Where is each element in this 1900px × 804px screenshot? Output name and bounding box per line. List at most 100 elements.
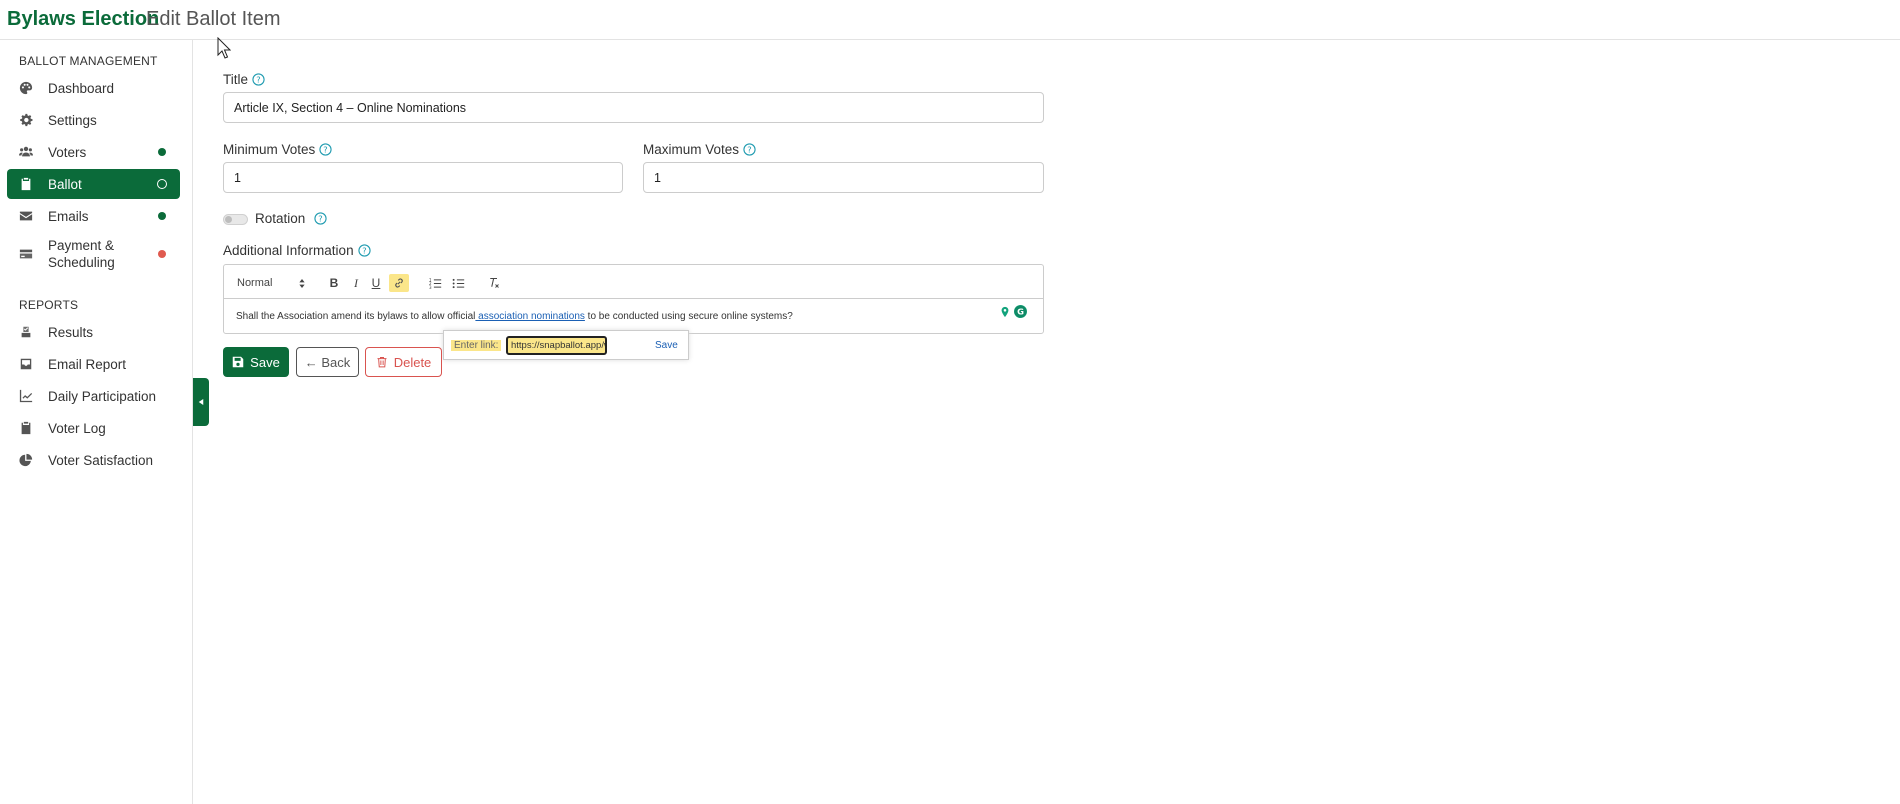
sidebar-item-label: Emails <box>48 208 89 224</box>
grammarly-widget[interactable]: G <box>998 305 1027 318</box>
caret-left-icon <box>198 399 204 405</box>
bullet-list-button[interactable] <box>449 274 467 292</box>
sidebar-item-voters[interactable]: Voters <box>7 137 180 167</box>
sidebar-collapse-toggle[interactable] <box>193 378 209 426</box>
floppy-disk-icon <box>232 356 244 368</box>
sidebar-item-label: Ballot <box>48 176 82 192</box>
status-dot-red <box>158 250 166 258</box>
max-votes-label: Maximum Votes <box>643 142 740 157</box>
sidebar-item-ballot[interactable]: Ballot <box>7 169 180 199</box>
max-votes-input[interactable]: 1 <box>643 162 1044 193</box>
link-url-input[interactable]: https://snapballot.app/who- <box>506 336 607 355</box>
page-title: Edit Ballot Item <box>146 8 281 30</box>
sidebar-item-label-line2: Scheduling <box>48 255 115 270</box>
help-icon[interactable]: ? <box>319 143 332 156</box>
underline-button[interactable]: U <box>368 274 384 292</box>
sidebar-item-label: Settings <box>48 112 97 128</box>
title-label-group: Title ? <box>223 72 265 87</box>
status-dot-green <box>158 212 166 220</box>
bold-button[interactable]: B <box>326 274 342 292</box>
sidebar: BALLOT MANAGEMENT Dashboard Settings Vot… <box>0 40 193 804</box>
delete-button[interactable]: Delete <box>365 347 442 377</box>
svg-text:?: ? <box>324 144 328 154</box>
max-votes-label-group: Maximum Votes ? <box>643 142 756 157</box>
bold-icon: B <box>329 276 339 290</box>
sidebar-item-voter-satisfaction[interactable]: Voter Satisfaction <box>7 445 180 475</box>
svg-text:?: ? <box>362 245 366 255</box>
svg-text:G: G <box>1017 307 1024 317</box>
title-input[interactable]: Article IX, Section 4 – Online Nominatio… <box>223 92 1044 123</box>
pie-chart-icon <box>19 453 33 467</box>
palette-icon <box>19 81 33 95</box>
underline-icon: U <box>371 276 381 290</box>
editor-content[interactable]: Shall the Association amend its bylaws t… <box>223 298 1044 334</box>
svg-text:?: ? <box>319 213 323 223</box>
top-bar: Bylaws Election Edit Ballot Item <box>0 0 1900 40</box>
sidebar-item-label: Voter Log <box>48 420 106 436</box>
sidebar-item-dashboard[interactable]: Dashboard <box>7 73 180 103</box>
link-save-button[interactable]: Save <box>655 340 678 351</box>
sidebar-item-label: Payment & <box>48 238 115 253</box>
link-tooltip-label: Enter link: <box>451 340 502 351</box>
min-votes-input[interactable]: 1 <box>223 162 623 193</box>
chart-icon <box>19 389 33 403</box>
sidebar-item-email-report[interactable]: Email Report <box>7 349 180 379</box>
format-select[interactable]: Normal <box>237 274 307 292</box>
editor-link[interactable]: association nominations <box>475 311 585 322</box>
sidebar-item-label-group: Payment & Scheduling <box>48 237 115 271</box>
mouse-cursor-icon <box>217 37 231 59</box>
status-dot-green <box>158 148 166 156</box>
min-votes-label: Minimum Votes <box>223 142 316 157</box>
rotation-toggle[interactable] <box>223 214 248 225</box>
info-label-group: Additional Information ? <box>223 243 371 258</box>
credit-card-icon <box>19 247 33 261</box>
sidebar-item-label: Dashboard <box>48 80 115 96</box>
status-ring <box>157 179 167 189</box>
sidebar-item-label: Results <box>48 324 94 340</box>
back-button[interactable]: ← Back <box>296 347 359 377</box>
trash-icon <box>377 357 387 368</box>
sidebar-item-emails[interactable]: Emails <box>7 201 180 231</box>
title-label: Title <box>223 72 249 87</box>
sidebar-item-results[interactable]: Results <box>7 317 180 347</box>
ordered-list-icon: 123 <box>429 277 441 289</box>
save-button[interactable]: Save <box>223 347 289 377</box>
sidebar-item-voter-log[interactable]: Voter Log <box>7 413 180 443</box>
rotation-label: Rotation <box>255 211 306 226</box>
help-icon[interactable]: ? <box>743 143 756 156</box>
grammarly-icon[interactable]: G <box>1014 305 1027 318</box>
editor-toolbar: Normal B I U 123 <box>223 264 1044 299</box>
clipboard-icon <box>19 421 33 435</box>
svg-text:3: 3 <box>429 284 432 289</box>
sidebar-item-label: Email Report <box>48 356 127 372</box>
help-icon[interactable]: ? <box>314 212 327 225</box>
editor-text-before: Shall the Association amend its bylaws t… <box>236 311 476 322</box>
link-button[interactable] <box>389 274 409 292</box>
ordered-list-button[interactable]: 123 <box>426 274 444 292</box>
sidebar-item-label: Daily Participation <box>48 388 157 404</box>
vote-icon <box>19 325 33 339</box>
sidebar-item-payment-scheduling[interactable]: Payment & Scheduling <box>7 233 180 275</box>
election-name: Bylaws Election <box>7 8 160 30</box>
sidebar-item-label: Voter Satisfaction <box>48 452 154 468</box>
help-icon[interactable]: ? <box>357 244 371 257</box>
sidebar-item-settings[interactable]: Settings <box>7 105 180 135</box>
inbox-icon <box>19 357 33 371</box>
bullet-list-icon <box>452 278 464 288</box>
svg-text:?: ? <box>747 144 751 154</box>
envelope-icon <box>19 209 33 223</box>
section-label-reports: REPORTS <box>19 298 79 312</box>
link-icon <box>395 278 403 288</box>
sidebar-item-daily-participation[interactable]: Daily Participation <box>7 381 180 411</box>
clipboard-icon <box>19 177 33 191</box>
italic-button[interactable]: I <box>348 274 364 292</box>
rotation-label-group: Rotation ? <box>255 211 327 226</box>
help-icon[interactable]: ? <box>252 73 265 86</box>
format-select-value: Normal <box>237 277 273 289</box>
svg-text:?: ? <box>256 74 260 84</box>
updown-icon <box>299 278 305 288</box>
save-button-label: Save <box>250 354 280 370</box>
additional-info-label: Additional Information <box>223 243 354 258</box>
location-pin-icon[interactable] <box>998 305 1011 318</box>
clear-format-button[interactable] <box>486 274 502 292</box>
